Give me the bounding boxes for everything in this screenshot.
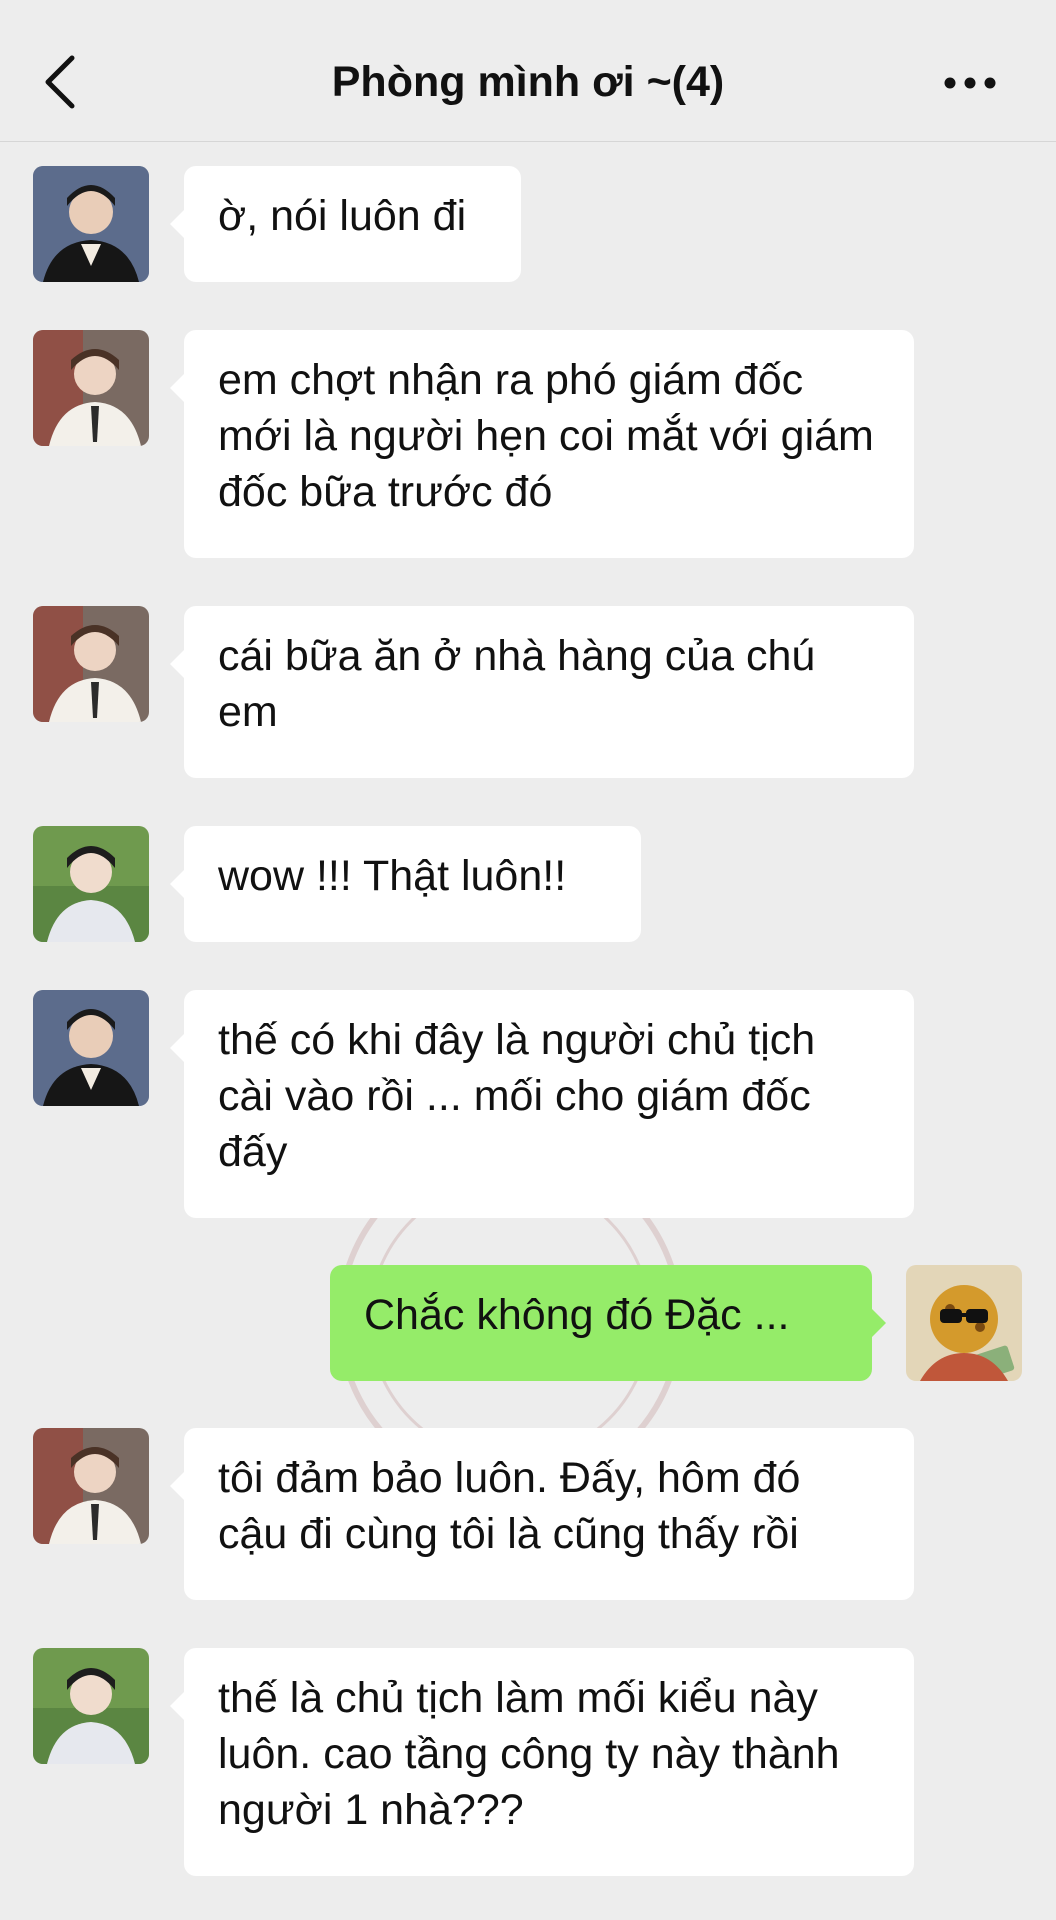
- avatar-man-white-shirt-tie[interactable]: [33, 1428, 149, 1544]
- message-bubble[interactable]: tôi đảm bảo luôn. Đấy, hôm đó cậu đi cùn…: [170, 1428, 914, 1600]
- message-bubble[interactable]: wow !!! Thật luôn!!: [170, 826, 641, 942]
- chat-header: Phòng mình ơi ~(4): [0, 0, 1056, 142]
- avatar-cat-sunglasses[interactable]: [906, 1265, 1022, 1381]
- message-bubble[interactable]: ờ, nói luôn đi: [170, 166, 521, 282]
- avatar-man-white-shirt-tie[interactable]: [33, 606, 149, 722]
- avatar-man-black-suit[interactable]: [33, 990, 149, 1106]
- message-bubble[interactable]: Chắc không đó Đặc ...: [330, 1265, 886, 1381]
- message-bubble[interactable]: em chợt nhận ra phó giám đốc mới là ngườ…: [170, 330, 914, 558]
- avatar-man-green-background[interactable]: [33, 826, 149, 942]
- ellipsis-icon[interactable]: [942, 68, 998, 98]
- message-list[interactable]: ờ, nói luôn đi em chợt nhận ra phó giám …: [0, 142, 1056, 1920]
- avatar-man-white-shirt-tie[interactable]: [33, 330, 149, 446]
- avatar-man-green-background[interactable]: [33, 1648, 149, 1764]
- message-bubble[interactable]: cái bữa ăn ở nhà hàng của chú em: [170, 606, 914, 778]
- chat-title: Phòng mình ơi ~(4): [331, 58, 725, 106]
- message-bubble[interactable]: thế là chủ tịch làm mối kiểu này luôn. c…: [170, 1648, 914, 1876]
- avatar-man-black-suit[interactable]: [33, 166, 149, 282]
- message-bubble[interactable]: thế có khi đây là người chủ tịch cài vào…: [170, 990, 914, 1218]
